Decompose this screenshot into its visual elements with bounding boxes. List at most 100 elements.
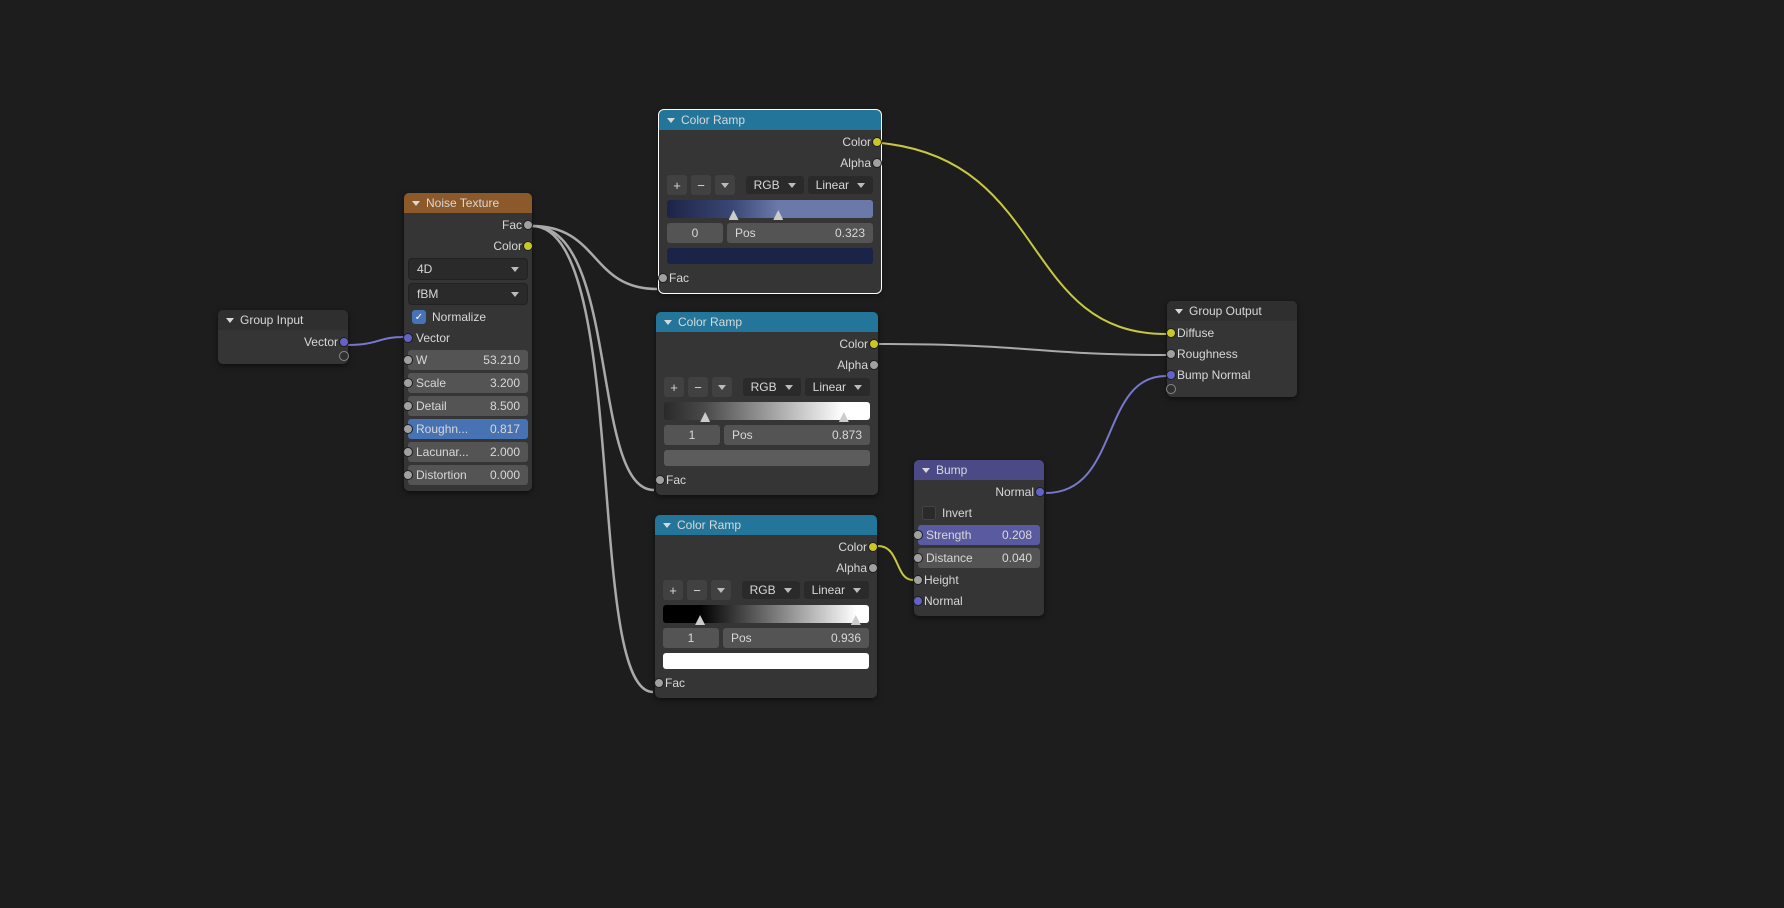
- socket-input-fac[interactable]: [654, 678, 664, 688]
- field-position[interactable]: Pos 0.936: [723, 628, 869, 648]
- node-header[interactable]: Color Ramp: [655, 515, 877, 535]
- color-swatch[interactable]: [663, 653, 869, 669]
- gradient-stop-handle[interactable]: [851, 615, 861, 625]
- node-color-ramp-2[interactable]: Color Ramp Color Alpha + − RGB Linear 1 …: [656, 312, 878, 495]
- gradient-stop-handle[interactable]: [700, 412, 710, 422]
- socket-input-roughness[interactable]: [1166, 349, 1176, 359]
- output-color: Color: [659, 538, 873, 556]
- socket-output-color[interactable]: [523, 241, 533, 251]
- socket-output-blank[interactable]: [339, 351, 349, 361]
- node-color-ramp-1[interactable]: Color Ramp Color Alpha + − RGB Linear 0 …: [659, 110, 881, 293]
- socket-input-detail[interactable]: [403, 401, 413, 411]
- field-detail[interactable]: Detail 8.500: [408, 396, 528, 416]
- socket-input-lacunarity[interactable]: [403, 447, 413, 457]
- socket-output-color[interactable]: [868, 542, 878, 552]
- field-stop-index[interactable]: 1: [664, 425, 720, 445]
- socket-input-distance[interactable]: [913, 553, 923, 563]
- gradient-stop-handle[interactable]: [839, 412, 849, 422]
- remove-stop-button[interactable]: −: [691, 175, 711, 195]
- socket-output-color[interactable]: [872, 137, 882, 147]
- checkbox-invert[interactable]: Invert: [918, 504, 1040, 522]
- gradient-stop-handle[interactable]: [695, 615, 705, 625]
- ramp-menu-button[interactable]: [715, 175, 735, 195]
- socket-output-alpha[interactable]: [868, 563, 878, 573]
- remove-stop-button[interactable]: −: [687, 580, 707, 600]
- node-bump[interactable]: Bump Normal Invert Strength 0.208 Distan…: [914, 460, 1044, 616]
- color-swatch[interactable]: [667, 248, 873, 264]
- socket-input-fac[interactable]: [658, 273, 668, 283]
- ramp-menu-button[interactable]: [712, 377, 732, 397]
- socket-input-strength[interactable]: [913, 530, 923, 540]
- chevron-down-icon: [718, 385, 726, 390]
- remove-stop-button[interactable]: −: [688, 377, 708, 397]
- socket-input-normal[interactable]: [913, 596, 923, 606]
- input-normal: Normal: [918, 592, 1040, 610]
- socket-output-vector[interactable]: [339, 337, 349, 347]
- node-group-input[interactable]: Group Input Vector: [218, 310, 348, 364]
- socket-input-fac[interactable]: [655, 475, 665, 485]
- field-scale[interactable]: Scale 3.200: [408, 373, 528, 393]
- node-group-output[interactable]: Group Output Diffuse Roughness Bump Norm…: [1167, 301, 1297, 397]
- gradient-stop-handle[interactable]: [729, 210, 739, 220]
- socket-input-roughness[interactable]: [403, 424, 413, 434]
- input-fac: Fac: [660, 471, 874, 489]
- node-noise-texture[interactable]: Noise Texture Fac Color 4D fBM ✓ Normali…: [404, 193, 532, 491]
- color-ramp-gradient[interactable]: [663, 605, 869, 623]
- color-ramp-gradient[interactable]: [664, 402, 870, 420]
- node-color-ramp-3[interactable]: Color Ramp Color Alpha + − RGB Linear 1 …: [655, 515, 877, 698]
- field-stop-index[interactable]: 1: [663, 628, 719, 648]
- field-roughness[interactable]: Roughn... 0.817: [408, 419, 528, 439]
- chevron-down-icon: [664, 320, 672, 325]
- add-stop-button[interactable]: +: [664, 377, 684, 397]
- dropdown-color-mode[interactable]: RGB: [743, 378, 801, 396]
- socket-output-fac[interactable]: [523, 220, 533, 230]
- node-header[interactable]: Group Input: [218, 310, 348, 330]
- socket-input-distortion[interactable]: [403, 470, 413, 480]
- field-position[interactable]: Pos 0.323: [727, 223, 873, 243]
- socket-input-vector[interactable]: [403, 333, 413, 343]
- field-position[interactable]: Pos 0.873: [724, 425, 870, 445]
- ramp-menu-button[interactable]: [711, 580, 731, 600]
- input-bump-normal: Bump Normal: [1171, 366, 1293, 384]
- field-distance[interactable]: Distance 0.040: [918, 548, 1040, 568]
- node-title: Color Ramp: [681, 113, 745, 127]
- field-distortion[interactable]: Distortion 0.000: [408, 465, 528, 485]
- dropdown-noise-basis[interactable]: fBM: [408, 283, 528, 305]
- add-stop-button[interactable]: +: [663, 580, 683, 600]
- socket-output-alpha[interactable]: [872, 158, 882, 168]
- socket-input-scale[interactable]: [403, 378, 413, 388]
- dropdown-interpolation[interactable]: Linear: [804, 581, 869, 599]
- node-header[interactable]: Color Ramp: [659, 110, 881, 130]
- node-header[interactable]: Bump: [914, 460, 1044, 480]
- add-stop-button[interactable]: +: [667, 175, 687, 195]
- checkbox-normalize[interactable]: ✓ Normalize: [408, 308, 528, 326]
- node-wires: [0, 0, 1784, 908]
- color-swatch[interactable]: [664, 450, 870, 466]
- dropdown-interpolation[interactable]: Linear: [808, 176, 873, 194]
- chevron-down-icon: [784, 588, 792, 593]
- dropdown-interpolation[interactable]: Linear: [805, 378, 870, 396]
- dropdown-dimensions[interactable]: 4D: [408, 258, 528, 280]
- field-lacunarity[interactable]: Lacunar... 2.000: [408, 442, 528, 462]
- field-stop-index[interactable]: 0: [667, 223, 723, 243]
- socket-input-height[interactable]: [913, 575, 923, 585]
- socket-input-diffuse[interactable]: [1166, 328, 1176, 338]
- node-header[interactable]: Color Ramp: [656, 312, 878, 332]
- node-header[interactable]: Group Output: [1167, 301, 1297, 321]
- field-strength[interactable]: Strength 0.208: [918, 525, 1040, 545]
- dropdown-color-mode[interactable]: RGB: [746, 176, 804, 194]
- socket-output-normal[interactable]: [1035, 487, 1045, 497]
- node-header[interactable]: Noise Texture: [404, 193, 532, 213]
- chevron-down-icon: [663, 523, 671, 528]
- socket-input-bump-normal[interactable]: [1166, 370, 1176, 380]
- socket-input-w[interactable]: [403, 355, 413, 365]
- socket-output-alpha[interactable]: [869, 360, 879, 370]
- socket-output-color[interactable]: [869, 339, 879, 349]
- color-ramp-gradient[interactable]: [667, 200, 873, 218]
- chevron-down-icon: [854, 385, 862, 390]
- chevron-down-icon: [412, 201, 420, 206]
- field-w[interactable]: W 53.210: [408, 350, 528, 370]
- socket-input-blank[interactable]: [1166, 384, 1176, 394]
- gradient-stop-handle[interactable]: [773, 210, 783, 220]
- dropdown-color-mode[interactable]: RGB: [742, 581, 800, 599]
